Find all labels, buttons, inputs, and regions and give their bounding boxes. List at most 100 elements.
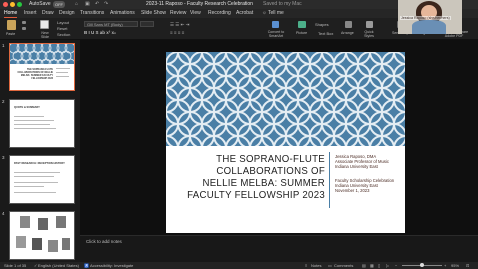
notes-toggle-button[interactable]: Notes bbox=[311, 263, 321, 268]
thumbnail-text-line bbox=[14, 182, 58, 183]
tab-tell-me[interactable]: Tell me bbox=[268, 10, 284, 17]
tab-review[interactable]: Review bbox=[170, 10, 186, 17]
thumbnail-title: PAST RESEARCH: RECEPTION HISTORY bbox=[14, 162, 65, 165]
thumbnail-photo bbox=[56, 216, 66, 228]
slide-title[interactable]: THE SOPRANO-FLUTE COLLABORATIONS OF NELL… bbox=[182, 153, 325, 201]
home-icon[interactable]: ⌂ bbox=[75, 1, 78, 8]
quick-styles-button[interactable]: Quick Styles bbox=[360, 30, 378, 38]
thumbnail-text-line bbox=[14, 186, 44, 187]
tab-insert[interactable]: Insert bbox=[24, 10, 37, 17]
tab-recording[interactable]: Recording bbox=[208, 10, 231, 17]
picture-button[interactable]: Picture bbox=[296, 31, 307, 35]
notes-placeholder[interactable]: Click to add notes bbox=[86, 239, 122, 244]
accessibility-status[interactable]: Accessibility: Investigate bbox=[90, 263, 133, 268]
arrange-icon[interactable] bbox=[345, 21, 352, 28]
thumbnail-text-line bbox=[56, 72, 68, 73]
close-window-button[interactable] bbox=[3, 2, 8, 7]
picture-icon[interactable] bbox=[298, 21, 306, 28]
thumbnail-text-line bbox=[14, 192, 56, 193]
quick-styles-icon[interactable] bbox=[366, 21, 373, 28]
slide-thumbnail-1[interactable]: THE SOPRANO-FLUTE COLLABORATIONS OF NELL… bbox=[9, 43, 75, 91]
slide-thumbnail-4[interactable] bbox=[9, 211, 75, 260]
status-bar: Slide 1 of 35 ✓ English (United States) … bbox=[0, 262, 478, 269]
convert-smartart-button[interactable]: Convert to SmartArt bbox=[262, 30, 290, 38]
zoom-out-icon[interactable]: − bbox=[395, 263, 397, 268]
tab-view[interactable]: View bbox=[190, 10, 201, 17]
tab-design[interactable]: Design bbox=[59, 10, 75, 17]
current-slide[interactable]: THE SOPRANO-FLUTE COLLABORATIONS OF NELL… bbox=[166, 52, 405, 233]
thumbnail-photo bbox=[62, 238, 70, 250]
lightbulb-icon: ☼ bbox=[262, 10, 267, 16]
copy-icon[interactable] bbox=[22, 27, 26, 30]
save-icon[interactable]: ▣ bbox=[85, 1, 90, 8]
comments-icon[interactable]: ▭ bbox=[328, 263, 332, 268]
cut-icon[interactable] bbox=[22, 21, 26, 24]
notes-icon[interactable]: ≡ bbox=[305, 263, 307, 268]
thumbnail-photo bbox=[38, 218, 48, 230]
thumbnail-text-line bbox=[14, 116, 44, 117]
tab-transitions[interactable]: Transitions bbox=[80, 10, 104, 17]
thumbnail-text-line bbox=[14, 120, 54, 121]
minimize-window-button[interactable] bbox=[10, 2, 15, 7]
document-title: 2023-11 Raposo - Faculty Research Celebr… bbox=[146, 1, 253, 7]
webcam-name-caption: Jessica Raposo (she/her/hers) bbox=[400, 16, 451, 20]
tab-home[interactable]: Home bbox=[4, 10, 18, 18]
thumbnail-text-line bbox=[14, 128, 56, 129]
thumbnail-photo bbox=[16, 236, 26, 248]
arrange-button[interactable]: Arrange bbox=[341, 31, 354, 35]
slide-thumbnail-3[interactable]: PAST RESEARCH: RECEPTION HISTORY bbox=[9, 155, 75, 204]
zoom-level[interactable]: 95% bbox=[451, 263, 459, 268]
paste-button[interactable]: Paste bbox=[6, 32, 15, 36]
thumbnail-number: 1 bbox=[2, 43, 5, 48]
slide-thumbnail-2[interactable]: QUOTE & SUMMARY bbox=[9, 99, 75, 148]
tab-animations[interactable]: Animations bbox=[110, 10, 135, 17]
thumbnail-text-line bbox=[14, 176, 54, 177]
thumbnail-number: 4 bbox=[2, 211, 5, 216]
tab-slide-show[interactable]: Slide Show bbox=[141, 10, 166, 17]
align-icons[interactable]: ≡ ≡ ≡ ≡ bbox=[170, 30, 184, 35]
zoom-in-icon[interactable]: + bbox=[444, 263, 446, 268]
reading-view-icon[interactable]: ▯ bbox=[378, 263, 380, 268]
fit-slide-icon[interactable]: ⊡ bbox=[466, 263, 469, 268]
save-status[interactable]: Saved to my Mac bbox=[263, 1, 302, 8]
font-name-select[interactable]: Gill Sans MT (Body) bbox=[84, 21, 138, 27]
proofing-icon[interactable]: ✓ bbox=[34, 263, 37, 268]
thumbnail-title: THE SOPRANO-FLUTE COLLABORATIONS OF NELL… bbox=[17, 68, 53, 80]
font-size-select[interactable] bbox=[140, 21, 154, 27]
reset-button[interactable]: Reset bbox=[57, 26, 67, 31]
slide-sorter-icon[interactable]: ▦ bbox=[370, 263, 374, 268]
slide-thumbnail-pane: 1 THE SOPRANO-FLUTE COLLABORATIONS OF NE… bbox=[0, 40, 80, 262]
presenter-shirt bbox=[412, 20, 446, 34]
thumbnail-text-line bbox=[56, 68, 70, 69]
zoom-window-button[interactable] bbox=[17, 2, 22, 7]
tab-acrobat[interactable]: Acrobat bbox=[236, 10, 253, 17]
redo-icon[interactable]: ↷ bbox=[104, 1, 108, 8]
slideshow-icon[interactable]: ▷ bbox=[386, 263, 389, 268]
shapes-button[interactable]: Shapes bbox=[315, 22, 329, 27]
thumbnail-number: 2 bbox=[2, 99, 5, 104]
bullet-list-icon[interactable]: ☰ ☰ ⇤ ⇥ bbox=[170, 22, 189, 28]
autosave-label: AutoSave bbox=[29, 1, 51, 7]
text-box-button[interactable]: Text Box bbox=[318, 31, 333, 36]
thumbnail-photo bbox=[20, 216, 30, 228]
new-slide-button[interactable]: New Slide bbox=[37, 31, 53, 39]
zoom-slider-thumb[interactable] bbox=[420, 263, 424, 267]
presenter-info[interactable]: Jessica Raposo, DMA Associate Professor … bbox=[335, 154, 405, 193]
section-button[interactable]: Section bbox=[57, 32, 70, 37]
clipboard-icon[interactable] bbox=[7, 20, 16, 30]
language-status[interactable]: English (United States) bbox=[38, 263, 79, 268]
new-slide-icon[interactable] bbox=[40, 20, 49, 29]
layout-button[interactable]: Layout bbox=[57, 20, 69, 25]
undo-icon[interactable]: ↶ bbox=[95, 1, 99, 8]
notes-pane[interactable]: Click to add notes bbox=[80, 235, 478, 262]
tab-draw[interactable]: Draw bbox=[42, 10, 54, 17]
thumbnail-text-line bbox=[56, 76, 69, 77]
comments-toggle-button[interactable]: Comments bbox=[334, 263, 353, 268]
bold-italic-underline-icons[interactable]: B I U S ab x² x₂ bbox=[84, 30, 116, 35]
thumbnail-title: QUOTE & SUMMARY bbox=[14, 106, 40, 109]
thumbnail-text-line bbox=[14, 124, 50, 125]
normal-view-icon[interactable]: ▤ bbox=[362, 263, 366, 268]
accessibility-icon[interactable]: ♿ bbox=[84, 263, 89, 268]
smartart-icon[interactable] bbox=[272, 21, 279, 28]
autosave-toggle[interactable]: OFF bbox=[53, 1, 65, 8]
